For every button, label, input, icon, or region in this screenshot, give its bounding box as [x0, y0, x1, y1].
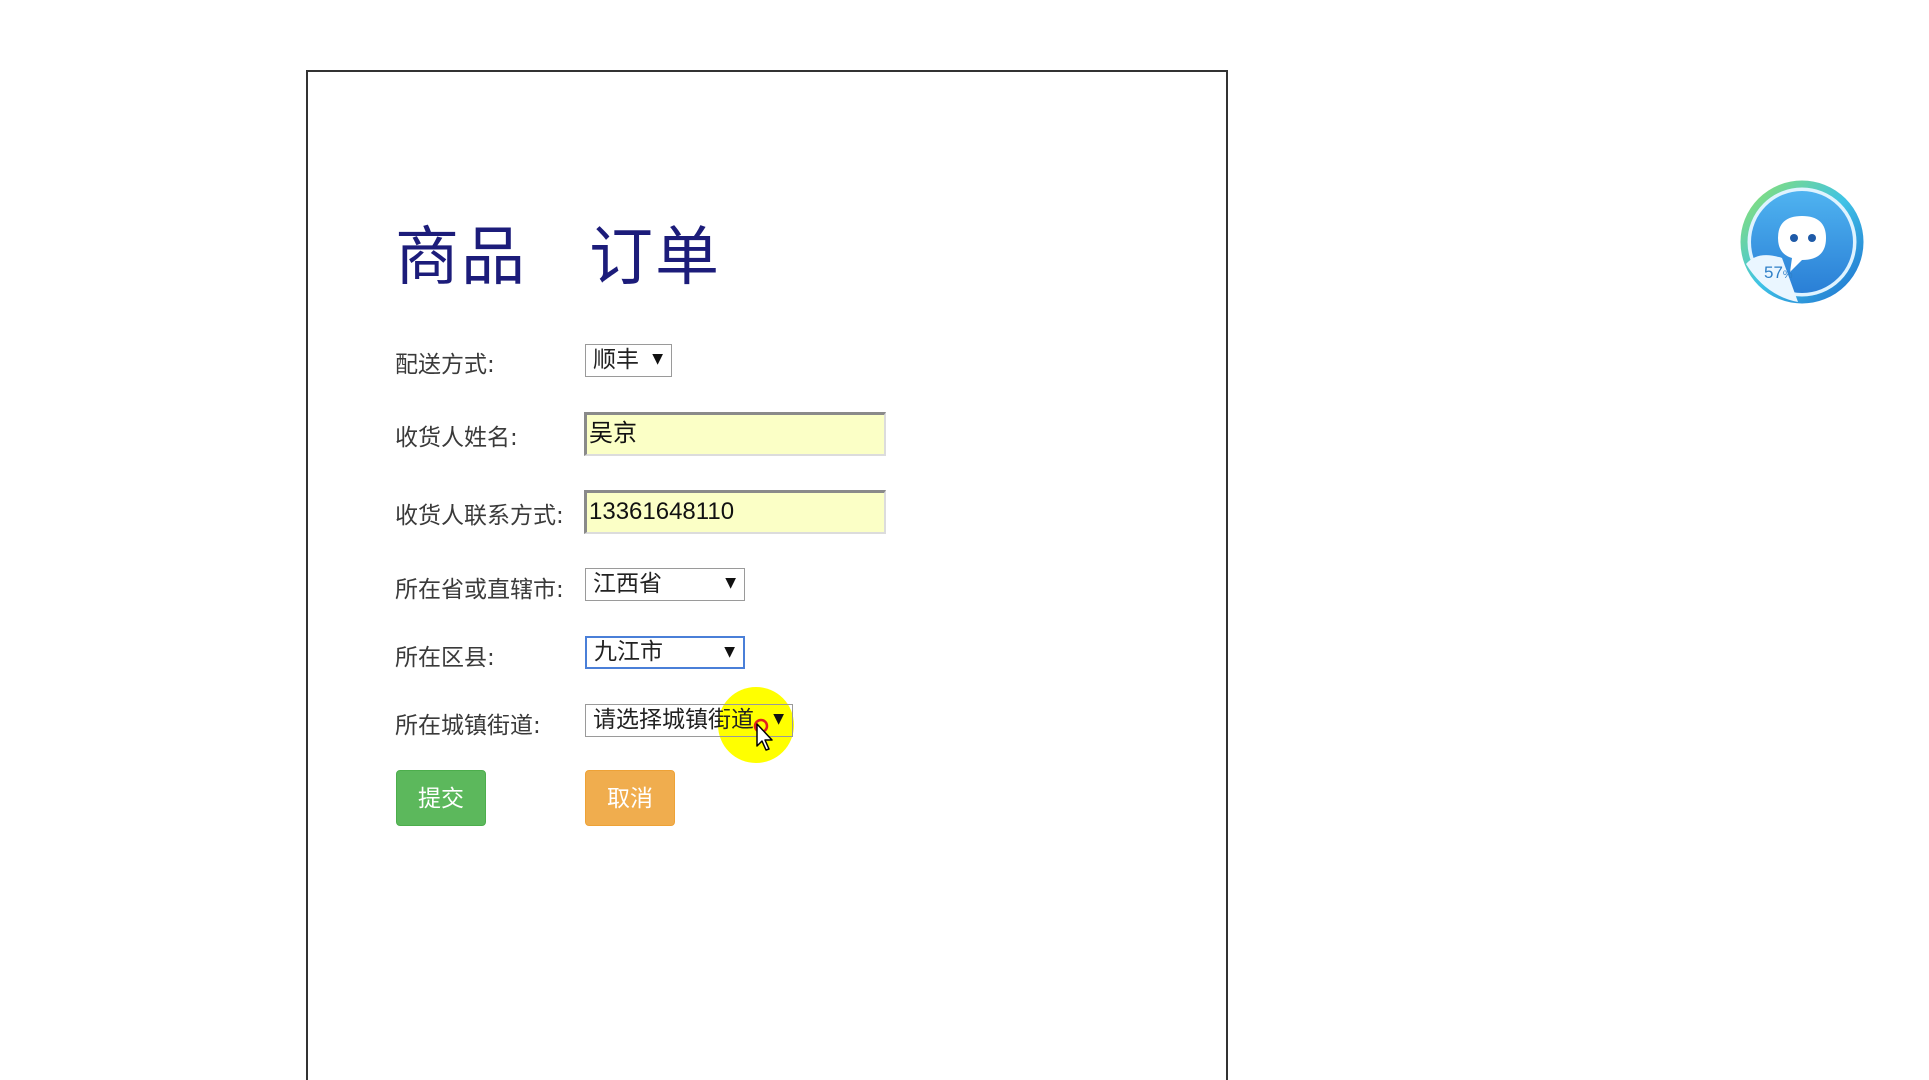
street-label: 所在城镇街道:	[395, 713, 541, 739]
title-product: 商品	[395, 221, 527, 295]
submit-button[interactable]: 提交	[396, 770, 486, 826]
page-title: 商品 订单	[395, 218, 721, 298]
province-select-value: 江西省	[593, 571, 662, 597]
mouse-pointer-icon	[753, 718, 773, 751]
cancel-button[interactable]: 取消	[585, 770, 675, 826]
recipient-phone-label: 收货人联系方式:	[395, 503, 564, 529]
chat-bubble-icon	[1740, 180, 1864, 304]
delivery-select[interactable]: 顺丰 ▼	[585, 344, 672, 377]
title-order: 订单	[589, 221, 721, 295]
district-select-value: 九江市	[594, 639, 663, 665]
recipient-phone-input[interactable]: 13361648110	[584, 490, 886, 534]
district-label: 所在区县:	[395, 645, 495, 671]
triangle-down-icon: ▼	[725, 575, 736, 591]
recipient-name-input[interactable]: 吴京	[584, 412, 886, 456]
province-select[interactable]: 江西省 ▼	[585, 568, 745, 601]
recipient-name-label: 收货人姓名:	[395, 425, 518, 451]
delivery-select-value: 顺丰	[593, 347, 639, 373]
province-label: 所在省或直辖市:	[395, 577, 564, 603]
assistant-widget[interactable]: 57%	[1738, 178, 1866, 306]
district-select[interactable]: 九江市 ▼	[585, 636, 745, 669]
street-select-value: 请选择城镇街道	[593, 707, 754, 733]
triangle-down-icon: ▼	[652, 351, 663, 367]
widget-percent: 57%	[1764, 263, 1793, 282]
triangle-down-icon: ▼	[724, 644, 735, 660]
delivery-label: 配送方式:	[395, 352, 495, 378]
